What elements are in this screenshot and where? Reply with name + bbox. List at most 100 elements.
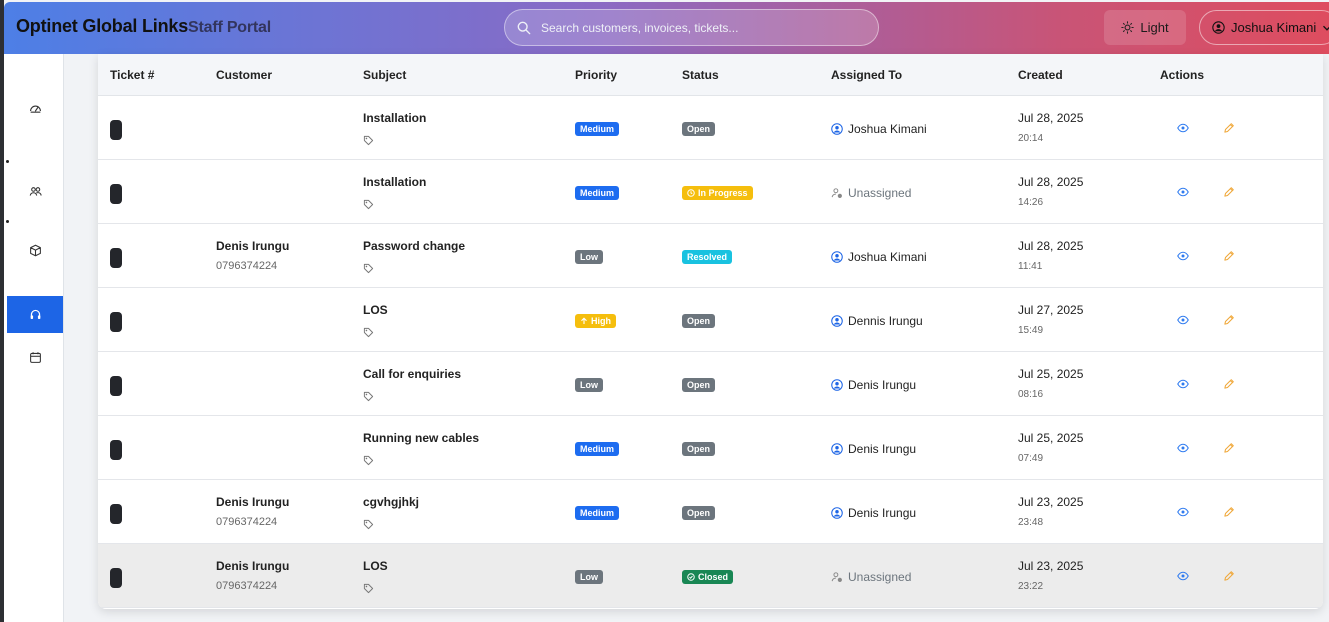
nav-support[interactable] <box>7 296 63 333</box>
status-badge: Open <box>682 314 716 328</box>
ticket-number[interactable] <box>110 376 122 396</box>
created-date: Jul 25, 2025 <box>1018 367 1084 381</box>
assignee: Unassigned <box>831 186 911 200</box>
search-input[interactable] <box>541 18 861 38</box>
chevron-down-icon <box>1323 25 1329 31</box>
user-menu-button[interactable]: Joshua Kimani <box>1199 10 1329 45</box>
created-date: Jul 27, 2025 <box>1018 303 1084 317</box>
ticket-number[interactable] <box>110 312 122 332</box>
ticket-number[interactable] <box>110 440 122 460</box>
edit-button[interactable] <box>1222 378 1236 390</box>
assignee: Dennis Irungu <box>831 314 923 328</box>
customer-name[interactable]: Denis Irungu <box>216 559 289 573</box>
nav-inventory[interactable] <box>7 232 63 269</box>
view-button[interactable] <box>1176 570 1190 582</box>
theme-toggle-button[interactable]: Light <box>1104 10 1186 45</box>
pencil-icon <box>1224 379 1234 389</box>
table-row[interactable]: Call for enquiries Low Open Denis Irungu Jul… <box>98 352 1323 416</box>
status-label: Open <box>687 316 711 326</box>
tag-marker <box>363 197 374 215</box>
assignee-name: Unassigned <box>848 186 912 200</box>
edit-button[interactable] <box>1222 314 1236 326</box>
created-time: 14:26 <box>1018 197 1044 208</box>
status-label: Open <box>687 124 711 134</box>
column-header-status[interactable]: Status <box>682 68 719 82</box>
assignee: Denis Irungu <box>831 442 916 456</box>
edit-button[interactable] <box>1222 186 1236 198</box>
view-button[interactable] <box>1176 122 1190 134</box>
pencil-icon <box>1224 251 1234 261</box>
ticket-number[interactable] <box>110 568 122 588</box>
status-badge: Open <box>682 506 716 520</box>
sidebar <box>4 54 64 622</box>
table-row[interactable]: Installation Medium In Progress Unassigned J… <box>98 160 1323 224</box>
assignee: Denis Irungu <box>831 378 916 392</box>
nav-bullet <box>6 220 9 223</box>
view-button[interactable] <box>1176 250 1190 262</box>
ticket-number[interactable] <box>110 120 122 140</box>
nav-dashboard[interactable] <box>7 90 63 127</box>
view-button[interactable] <box>1176 186 1190 198</box>
table-row[interactable]: Running new cables Medium Open Denis Irungu… <box>98 416 1323 480</box>
user-slash-icon <box>831 188 842 198</box>
nav-calendar[interactable] <box>7 339 63 376</box>
status-badge: Open <box>682 442 716 456</box>
tag-marker <box>363 453 374 471</box>
column-header-assigned-to[interactable]: Assigned To <box>831 68 902 82</box>
column-header-subject[interactable]: Subject <box>363 68 406 82</box>
table-row[interactable]: LOS High Open Dennis Irungu Jul 27, 2025 15:4… <box>98 288 1323 352</box>
created-date: Jul 28, 2025 <box>1018 111 1084 125</box>
ticket-subject: Call for enquiries <box>363 367 462 381</box>
user-circle-icon <box>831 251 843 263</box>
assignee: Denis Irungu <box>831 506 916 520</box>
ticket-number[interactable] <box>110 184 122 204</box>
priority-label: Medium <box>580 124 615 134</box>
column-header-customer[interactable]: Customer <box>216 68 272 82</box>
ticket-number[interactable] <box>110 504 122 524</box>
search-box[interactable] <box>504 9 879 46</box>
customer-name[interactable]: Denis Irungu <box>216 495 289 509</box>
tag-marker <box>363 389 374 407</box>
priority-label: Medium <box>580 188 615 198</box>
table-row[interactable]: Denis Irungu 0796374224 Password change Low… <box>98 224 1323 288</box>
edit-button[interactable] <box>1222 250 1236 262</box>
view-button[interactable] <box>1176 506 1190 518</box>
status-badge: In Progress <box>682 186 753 200</box>
priority-badge: Medium <box>575 442 620 456</box>
priority-badge: Low <box>575 250 603 264</box>
priority-label: Medium <box>580 444 615 454</box>
table-row[interactable]: Denis Irungu 0796374224 cgvhgjhkj Medium Ope… <box>98 480 1323 544</box>
user-circle-icon <box>831 507 843 519</box>
tag-marker <box>363 517 374 535</box>
status-label: Resolved <box>687 252 728 262</box>
column-header-priority[interactable]: Priority <box>575 68 617 82</box>
pencil-icon <box>1224 507 1234 517</box>
edit-button[interactable] <box>1222 570 1236 582</box>
ticket-number[interactable] <box>110 248 122 268</box>
table-row[interactable]: Installation Medium Open Joshua Kimani Jul 2… <box>98 96 1323 160</box>
brand[interactable]: Optinet Global LinksStaff Portal <box>16 16 271 37</box>
eye-icon <box>1177 571 1189 581</box>
view-button[interactable] <box>1176 314 1190 326</box>
edit-button[interactable] <box>1222 506 1236 518</box>
brand-subtitle: Staff Portal <box>188 19 271 36</box>
customer-name[interactable]: Denis Irungu <box>216 239 289 253</box>
pencil-icon <box>1224 315 1234 325</box>
column-header-ticket[interactable]: Ticket # <box>110 68 154 82</box>
created-time: 23:22 <box>1018 581 1044 592</box>
tag-icon <box>363 455 374 466</box>
view-button[interactable] <box>1176 378 1190 390</box>
nav-bullet <box>6 160 9 163</box>
eye-icon <box>1177 443 1189 453</box>
status-badge: Closed <box>682 570 734 584</box>
assignee-name: Denis Irungu <box>848 378 917 392</box>
created-date: Jul 25, 2025 <box>1018 431 1084 445</box>
column-header-created[interactable]: Created <box>1018 68 1063 82</box>
view-button[interactable] <box>1176 442 1190 454</box>
edit-button[interactable] <box>1222 122 1236 134</box>
edit-button[interactable] <box>1222 442 1236 454</box>
ticket-subject: Running new cables <box>363 431 480 445</box>
table-row[interactable]: Denis Irungu 0796374224 LOS Low Closed Unassi… <box>98 544 1323 608</box>
priority-label: Medium <box>580 508 615 518</box>
nav-customers[interactable] <box>7 173 63 210</box>
